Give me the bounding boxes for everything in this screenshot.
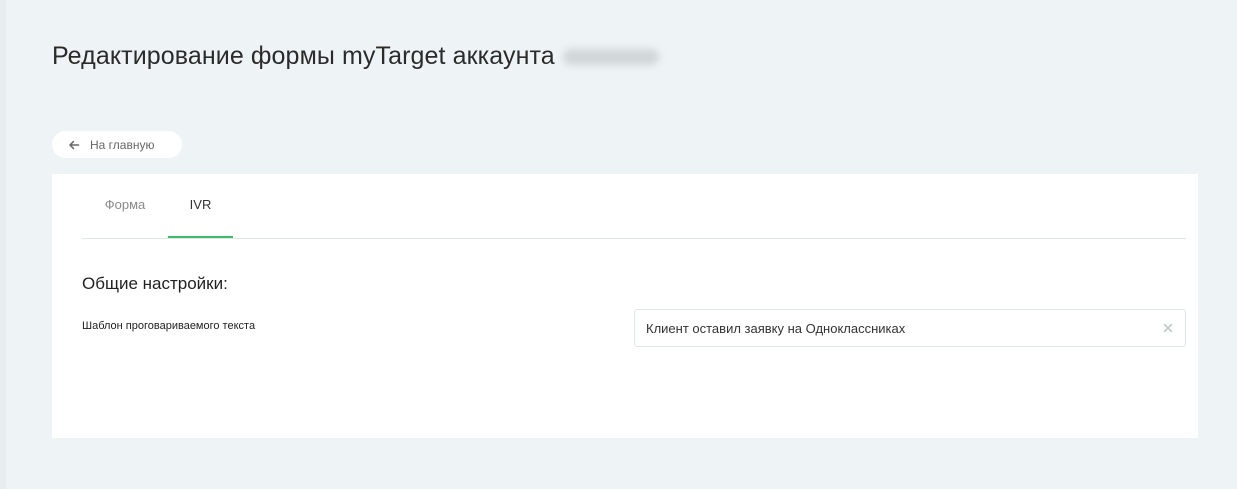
tab-bar: Форма IVR bbox=[82, 174, 1186, 239]
page-title: Редактирование формы myTarget аккаунта bbox=[52, 42, 659, 71]
speech-template-field bbox=[634, 309, 1186, 347]
speech-template-input[interactable] bbox=[635, 310, 1185, 346]
redacted-account-name bbox=[562, 49, 659, 66]
tab-ivr[interactable]: IVR bbox=[168, 174, 233, 238]
field-label: Шаблон проговариваемого текста bbox=[82, 320, 256, 332]
settings-card: Форма IVR Общие настройки: Шаблон прогов… bbox=[52, 174, 1198, 438]
arrow-left-icon bbox=[68, 139, 80, 151]
tab-form[interactable]: Форма bbox=[82, 174, 168, 238]
page-title-text: Редактирование формы myTarget аккаунта bbox=[52, 42, 555, 70]
back-button-label: На главную bbox=[90, 137, 155, 152]
back-to-main-button[interactable]: На главную bbox=[52, 131, 182, 158]
left-edge bbox=[0, 0, 6, 489]
section-title: Общие настройки: bbox=[82, 274, 228, 293]
close-icon[interactable] bbox=[1161, 321, 1175, 335]
